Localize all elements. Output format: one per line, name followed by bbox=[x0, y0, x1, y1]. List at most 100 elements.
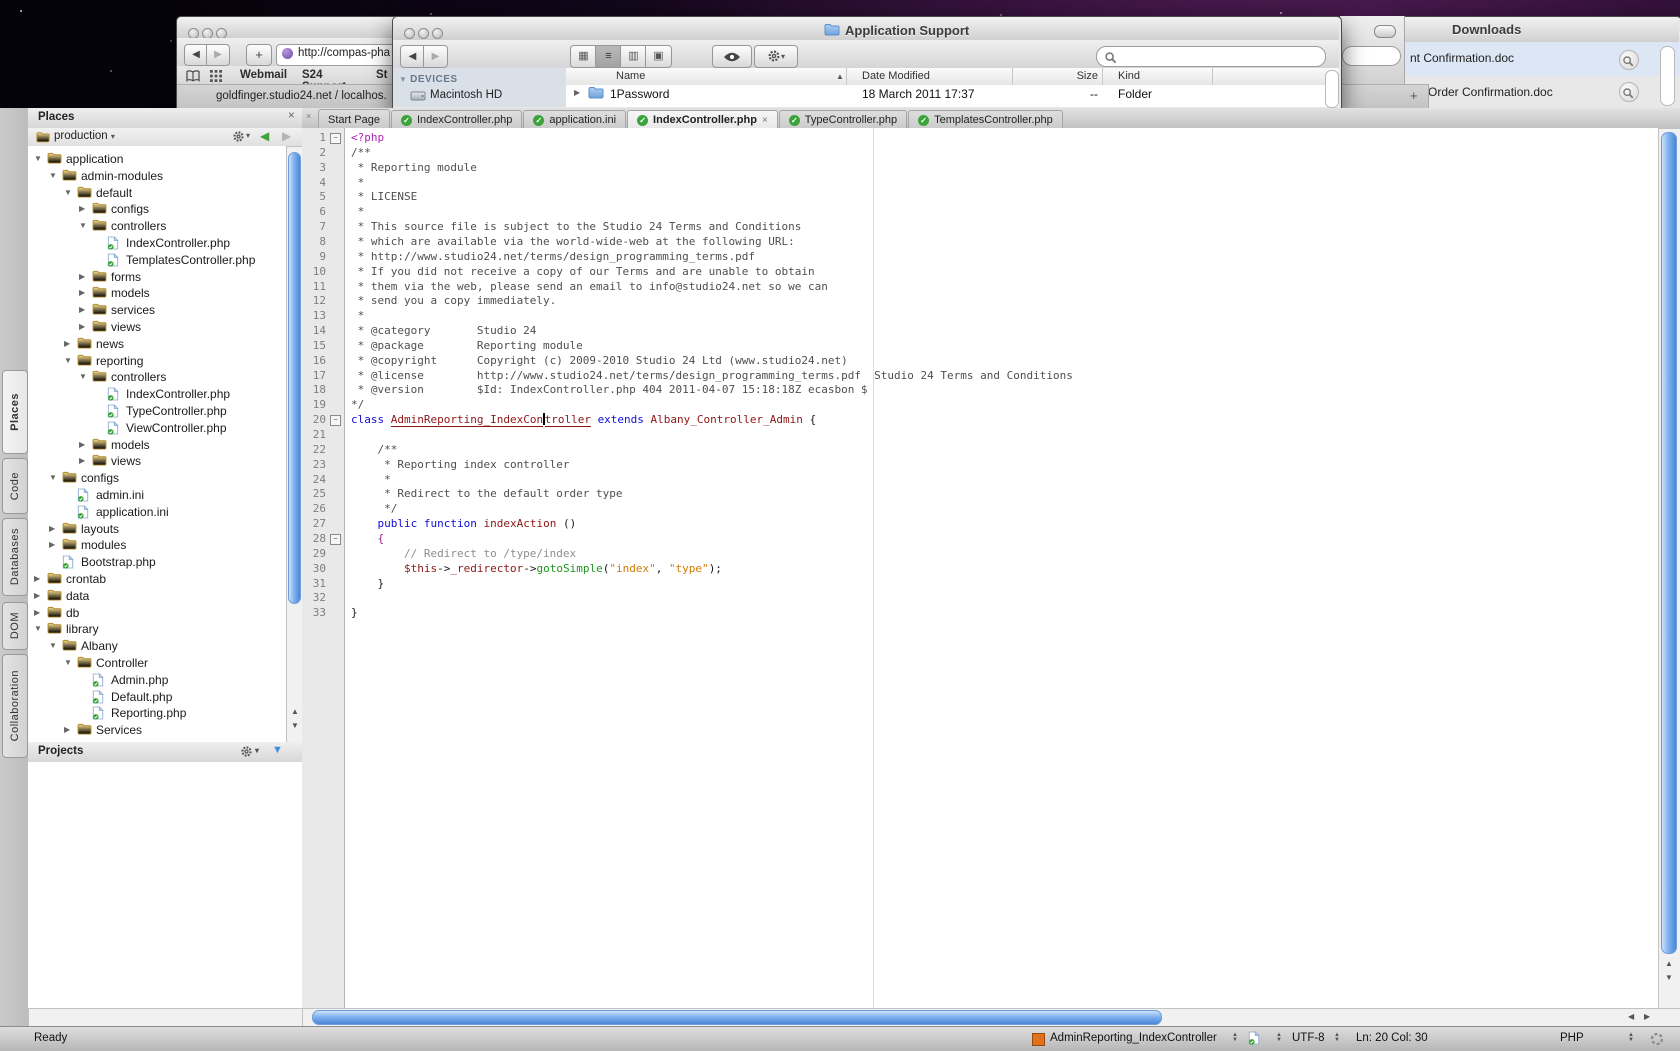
tree-item[interactable]: ▶data bbox=[28, 587, 286, 604]
tree-item[interactable]: ▶services bbox=[28, 301, 286, 318]
close-icon[interactable]: × bbox=[762, 115, 768, 126]
scroll-up-icon[interactable]: ▲ bbox=[1665, 960, 1673, 968]
tree-item[interactable]: TypeController.php bbox=[28, 402, 286, 419]
back-button[interactable]: ◀ bbox=[400, 45, 425, 68]
close-button[interactable] bbox=[404, 28, 415, 39]
tree-item[interactable]: Admin.php bbox=[28, 671, 286, 688]
column-divider[interactable] bbox=[1012, 68, 1013, 85]
close-icon[interactable]: × bbox=[288, 110, 295, 122]
column-header-size[interactable]: Size bbox=[1066, 70, 1098, 82]
scroll-right-icon[interactable]: ▶ bbox=[1644, 1013, 1650, 1021]
stepper-icon[interactable]: ▲▼ bbox=[1628, 1033, 1634, 1043]
tree-item[interactable]: ▶db bbox=[28, 604, 286, 621]
bookmark-item[interactable]: Webmail bbox=[240, 69, 287, 81]
stepper-icon[interactable]: ▲▼ bbox=[1232, 1033, 1238, 1043]
expand-icon[interactable]: ▶ bbox=[34, 591, 40, 600]
tree-item[interactable]: ▶forms bbox=[28, 268, 286, 285]
expand-icon[interactable]: ▶ bbox=[34, 608, 40, 617]
view-list-button[interactable]: ≡ bbox=[595, 45, 622, 68]
tree-item[interactable]: IndexController.php bbox=[28, 234, 286, 251]
side-tab-places[interactable]: Places bbox=[2, 370, 28, 454]
status-symbol[interactable]: AdminReporting_IndexController bbox=[1050, 1032, 1217, 1044]
tree-item[interactable]: ▶modules bbox=[28, 536, 286, 553]
tree-item[interactable]: ▼default bbox=[28, 184, 286, 201]
editor-tab-templatescontroller-php[interactable]: ✓TemplatesController.php bbox=[908, 110, 1063, 130]
download-item-label[interactable]: Order Confirmation.doc bbox=[1428, 85, 1553, 99]
code-fold-icon[interactable]: − bbox=[330, 415, 341, 426]
scroll-left-icon[interactable]: ◀ bbox=[1628, 1013, 1634, 1021]
view-icons-button[interactable]: ▦ bbox=[570, 45, 597, 68]
expand-icon[interactable]: ▶ bbox=[79, 305, 85, 314]
filter-funnel-icon[interactable]: ▼ bbox=[272, 744, 283, 756]
column-divider[interactable] bbox=[846, 68, 847, 85]
editor-hscrollbar-thumb[interactable] bbox=[312, 1010, 1162, 1025]
tree-scrollbar-thumb[interactable] bbox=[288, 152, 301, 604]
stepper-icon[interactable]: ▲▼ bbox=[1276, 1033, 1282, 1043]
code-fold-icon[interactable]: − bbox=[330, 133, 341, 144]
tree-item[interactable]: ▶views bbox=[28, 318, 286, 335]
close-icon[interactable]: × bbox=[306, 111, 311, 121]
column-header-name[interactable]: Name bbox=[616, 70, 645, 82]
tree-item[interactable]: ▶models bbox=[28, 436, 286, 453]
collapse-icon[interactable]: ▼ bbox=[79, 372, 87, 381]
tree-item[interactable]: ▶news bbox=[28, 335, 286, 352]
tree-item[interactable]: ▶configs bbox=[28, 200, 286, 217]
expand-icon[interactable]: ▶ bbox=[79, 272, 85, 281]
tree-item[interactable]: ▶views bbox=[28, 452, 286, 469]
scroll-up-icon[interactable]: ▲ bbox=[291, 708, 299, 716]
side-tab-collaboration[interactable]: Collaboration bbox=[2, 654, 28, 758]
column-header-date[interactable]: Date Modified bbox=[862, 70, 930, 82]
collapse-icon[interactable]: ▼ bbox=[34, 154, 42, 163]
tree-item[interactable]: application.ini bbox=[28, 503, 286, 520]
editor-tab-application-ini[interactable]: ✓application.ini bbox=[523, 110, 626, 130]
tree-item[interactable]: ▼reporting bbox=[28, 352, 286, 369]
view-coverflow-button[interactable]: ▣ bbox=[645, 45, 672, 68]
collapse-icon[interactable]: ▼ bbox=[49, 641, 57, 650]
tree-item[interactable]: ▶layouts bbox=[28, 520, 286, 537]
collapse-icon[interactable]: ▼ bbox=[64, 356, 72, 365]
reveal-in-finder-icon[interactable] bbox=[1619, 82, 1639, 102]
expand-icon[interactable]: ▶ bbox=[49, 540, 55, 549]
gear-icon[interactable] bbox=[240, 745, 253, 758]
history-forward-icon[interactable]: ▶ bbox=[282, 129, 291, 143]
downloads-scrollbar[interactable] bbox=[1660, 46, 1675, 106]
gear-icon[interactable] bbox=[232, 130, 245, 143]
scroll-down-icon[interactable]: ▼ bbox=[1665, 974, 1673, 982]
tree-item[interactable]: admin.ini bbox=[28, 486, 286, 503]
expand-icon[interactable]: ▶ bbox=[64, 339, 70, 348]
side-tab-dom[interactable]: DOM bbox=[2, 602, 28, 650]
collapse-icon[interactable]: ▼ bbox=[34, 624, 42, 633]
tree-item[interactable]: Default.php bbox=[28, 688, 286, 705]
top-sites-grid-icon[interactable] bbox=[210, 70, 222, 82]
collapse-icon[interactable]: ▼ bbox=[64, 188, 72, 197]
expand-icon[interactable]: ▶ bbox=[79, 440, 85, 449]
scroll-down-icon[interactable]: ▼ bbox=[291, 722, 299, 730]
history-back-icon[interactable]: ◀ bbox=[260, 129, 269, 143]
new-tab-button[interactable]: + bbox=[1410, 88, 1418, 103]
background-search-field-fragment[interactable] bbox=[1342, 46, 1401, 66]
places-file-tree[interactable]: ▼application▼admin-modules▼default▶confi… bbox=[28, 146, 287, 742]
editor-vscrollbar-thumb[interactable] bbox=[1661, 132, 1677, 954]
tree-item[interactable]: ▼configs bbox=[28, 469, 286, 486]
status-language[interactable]: PHP bbox=[1560, 1032, 1584, 1044]
tree-item[interactable]: IndexController.php bbox=[28, 385, 286, 402]
tree-item[interactable]: ▼controllers bbox=[28, 217, 286, 234]
places-root-selector[interactable]: production ▾ bbox=[54, 130, 115, 142]
disclosure-triangle-icon[interactable]: ▶ bbox=[574, 88, 580, 97]
collapse-icon[interactable]: ▼ bbox=[49, 473, 57, 482]
bookmarks-book-icon[interactable] bbox=[186, 70, 200, 82]
tree-item[interactable]: ▼admin-modules bbox=[28, 167, 286, 184]
tree-item[interactable]: ▶Services bbox=[28, 721, 286, 738]
column-divider[interactable] bbox=[1102, 68, 1103, 85]
downloads-titlebar[interactable] bbox=[1399, 17, 1679, 43]
bookmark-item[interactable]: St bbox=[376, 69, 388, 81]
tree-item[interactable]: TemplatesController.php bbox=[28, 251, 286, 268]
action-gear-button[interactable]: ▾ bbox=[754, 45, 798, 68]
quicklook-button[interactable] bbox=[712, 45, 752, 68]
side-tab-code[interactable]: Code bbox=[2, 458, 28, 514]
tree-item[interactable]: ▼library bbox=[28, 620, 286, 637]
file-name[interactable]: 1Password bbox=[610, 87, 669, 101]
forward-button[interactable]: ▶ bbox=[206, 44, 230, 66]
expand-icon[interactable]: ▶ bbox=[79, 204, 85, 213]
sidebar-item-macintosh-hd[interactable]: Macintosh HD bbox=[430, 89, 502, 101]
